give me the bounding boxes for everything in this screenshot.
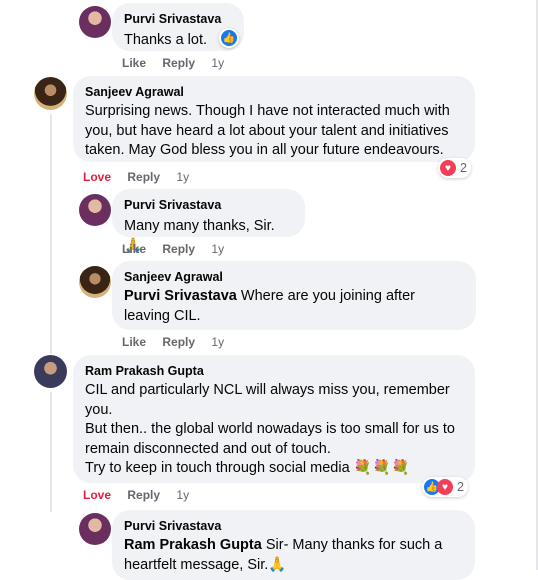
love-reaction-icon: ♥ [440, 160, 456, 176]
reply-button[interactable]: Reply [162, 242, 195, 256]
comment-author[interactable]: Purvi Srivastava [124, 197, 293, 213]
avatar[interactable] [79, 513, 111, 545]
comment-text: Surprising news. Though I have not inter… [85, 103, 450, 158]
reaction-badge[interactable]: ♥ 2 [438, 158, 471, 178]
like-reaction-icon: 👍 [221, 30, 237, 46]
thread-line [50, 114, 52, 354]
comment-text: Thanks a lot. [124, 32, 208, 48]
reply-button[interactable]: Reply [127, 170, 160, 184]
reaction-count: 2 [460, 161, 467, 175]
comment-bubble: Sanjeev Agrawal Surprising news. Though … [73, 76, 475, 162]
comment-author[interactable]: Ram Prakash Gupta [85, 363, 463, 379]
reaction-count: 2 [457, 480, 464, 494]
avatar[interactable] [79, 266, 111, 298]
like-button[interactable]: Like [122, 56, 146, 70]
timestamp[interactable]: 1y [176, 488, 189, 502]
reply-button[interactable]: Reply [162, 335, 195, 349]
avatar[interactable] [34, 355, 67, 388]
comment-text-line: But then.. the global world nowadays is … [85, 421, 455, 457]
like-button[interactable]: Like [122, 335, 146, 349]
love-button[interactable]: Love [83, 488, 111, 502]
timestamp[interactable]: 1y [211, 335, 224, 349]
comment-actions: Like Reply 1y [122, 56, 237, 70]
like-button[interactable]: Like [122, 242, 146, 256]
comment-author[interactable]: Sanjeev Agrawal [124, 269, 464, 285]
comment-actions: Love Reply 1y [83, 488, 202, 502]
comment-author[interactable]: Sanjeev Agrawal [85, 84, 463, 100]
reply-button[interactable]: Reply [127, 488, 160, 502]
avatar[interactable] [34, 77, 67, 110]
comment-actions: Love Reply 1y [83, 170, 202, 184]
reaction-badge[interactable]: 👍 ♥ 2 [422, 477, 468, 497]
reply-button[interactable]: Reply [162, 56, 195, 70]
comment-actions: Like Reply 1y [122, 242, 237, 256]
comment-text: Purvi Srivastava Where are you joining a… [124, 287, 464, 326]
love-button[interactable]: Love [83, 170, 111, 184]
comment-bubble: Ram Prakash Gupta CIL and particularly N… [73, 355, 475, 483]
mention-link[interactable]: Ram Prakash Gupta [124, 537, 262, 553]
comment-bubble: Purvi Srivastava Many many thanks, Sir. … [112, 189, 305, 254]
reaction-badge[interactable]: 👍 [219, 28, 239, 48]
timestamp[interactable]: 1y [211, 242, 224, 256]
flowers-emoji: 💐💐💐 [353, 460, 411, 476]
comment-text-line: CIL and particularly NCL will always mis… [85, 382, 450, 418]
avatar[interactable] [79, 6, 111, 38]
comment-text: Ram Prakash Gupta Sir- Many thanks for s… [124, 536, 463, 575]
comment-text-body: Try to keep in touch through social medi… [85, 460, 350, 476]
timestamp[interactable]: 1y [176, 170, 189, 184]
avatar[interactable] [79, 194, 111, 226]
timestamp[interactable]: 1y [211, 56, 224, 70]
comment-actions: Like Reply 1y [122, 335, 237, 349]
comment-bubble: Sanjeev Agrawal Purvi Srivastava Where a… [112, 261, 476, 330]
thread-line [50, 392, 52, 512]
comment-author[interactable]: Purvi Srivastava [124, 518, 463, 534]
love-reaction-icon: ♥ [437, 479, 453, 495]
comment-author[interactable]: Purvi Srivastava [124, 11, 232, 27]
comment-text-line: Try to keep in touch through social medi… [85, 459, 463, 479]
mention-link[interactable]: Purvi Srivastava [124, 288, 237, 304]
